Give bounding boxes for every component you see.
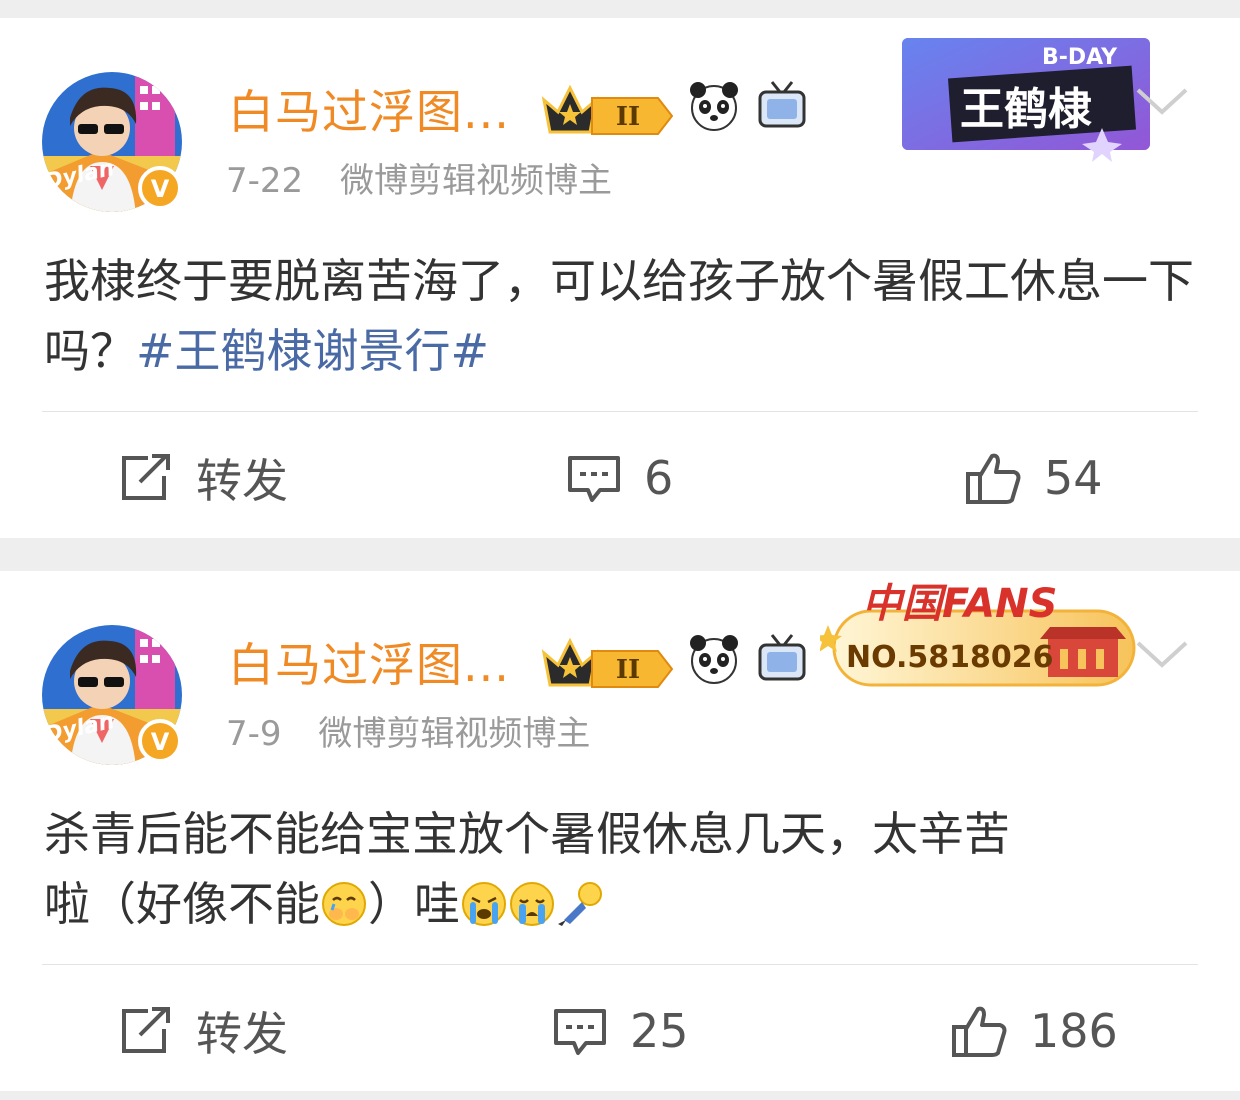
post-text-line1: 杀青后能不能给宝宝放个暑假休息几天，太辛苦 (44, 807, 1010, 861)
panda-icon[interactable] (686, 631, 742, 687)
post-date: 7-9 (226, 714, 282, 754)
svg-text:V: V (151, 728, 170, 756)
svg-text:中国FANS: 中国FANS (862, 581, 1057, 627)
like-count: 54 (1044, 451, 1103, 505)
post-source: 微博剪辑视频博主 (339, 161, 612, 201)
action-bar: 转发 6 54 (0, 438, 1240, 518)
post-text-part3: ）哇 (368, 877, 460, 931)
username[interactable]: 白马过浮图... (228, 76, 510, 142)
china-fans-decoration[interactable]: 中国FANS NO.5818026 (820, 575, 1150, 695)
like-button[interactable]: 54 (964, 438, 1103, 518)
comment-icon (554, 1009, 606, 1055)
post-card: Dylan V 白马过浮图... II (0, 571, 1240, 1091)
like-button[interactable]: 186 (950, 991, 1118, 1071)
covering-mouth-emoji-icon (322, 882, 366, 926)
svg-text:II: II (616, 102, 640, 132)
tv-icon[interactable] (754, 78, 810, 134)
post-date: 7-22 (226, 161, 304, 201)
comment-button[interactable]: 6 (566, 438, 673, 518)
comment-button[interactable]: 25 (552, 991, 689, 1071)
comment-icon (568, 456, 620, 502)
chevron-down-icon[interactable] (1132, 80, 1192, 120)
bday-decoration[interactable]: B-DAY 王鹤棣 (902, 32, 1150, 162)
svg-text:B-DAY: B-DAY (1042, 45, 1118, 70)
like-icon (966, 453, 1021, 504)
bowing-emoji-icon (558, 882, 602, 926)
svg-text:V: V (151, 175, 170, 203)
username[interactable]: 白马过浮图... (228, 629, 510, 695)
chevron-down-icon[interactable] (1132, 633, 1192, 673)
repost-icon (122, 454, 170, 500)
post-meta: 7-22 微博剪辑视频博主 (226, 153, 612, 202)
post-card: Dylan V 白马过浮图... II (0, 18, 1240, 538)
divider (42, 411, 1198, 412)
post-text-part2: 啦（好像不能 (44, 877, 320, 931)
sobbing-emoji-icon (510, 882, 554, 926)
like-icon (952, 1006, 1007, 1057)
svg-text:II: II (616, 655, 640, 685)
svg-text:NO.5818026: NO.5818026 (846, 640, 1053, 675)
hashtag-link[interactable]: #王鹤棣谢景行# (136, 324, 489, 378)
comment-count: 6 (644, 451, 674, 505)
like-count: 186 (1030, 1004, 1118, 1058)
crown-badge-icon[interactable]: II (540, 78, 676, 142)
crying-emoji-icon (462, 882, 506, 926)
avatar[interactable]: Dylan V (40, 66, 190, 216)
post-source: 微博剪辑视频博主 (318, 714, 591, 754)
action-bar: 转发 25 186 (0, 991, 1240, 1071)
svg-text:王鹤棣: 王鹤棣 (960, 84, 1092, 135)
post-content: 我棣终于要脱离苦海了，可以给孩子放个暑假工休息一下吗？#王鹤棣谢景行# (44, 246, 1194, 386)
crown-badge-icon[interactable]: II (540, 631, 676, 695)
repost-label: 转发 (196, 454, 288, 508)
divider (42, 964, 1198, 965)
post-content: 杀青后能不能给宝宝放个暑假休息几天，太辛苦 啦（好像不能 ）哇 (44, 799, 1194, 939)
post-meta: 7-9 微博剪辑视频博主 (226, 706, 590, 755)
repost-icon (122, 1007, 170, 1053)
repost-label: 转发 (196, 1007, 288, 1061)
comment-count: 25 (630, 1004, 689, 1058)
panda-icon[interactable] (686, 78, 742, 134)
repost-button[interactable]: 转发 (118, 438, 288, 518)
repost-button[interactable]: 转发 (118, 991, 288, 1071)
avatar[interactable]: Dylan V (40, 619, 190, 769)
tv-icon[interactable] (754, 631, 810, 687)
